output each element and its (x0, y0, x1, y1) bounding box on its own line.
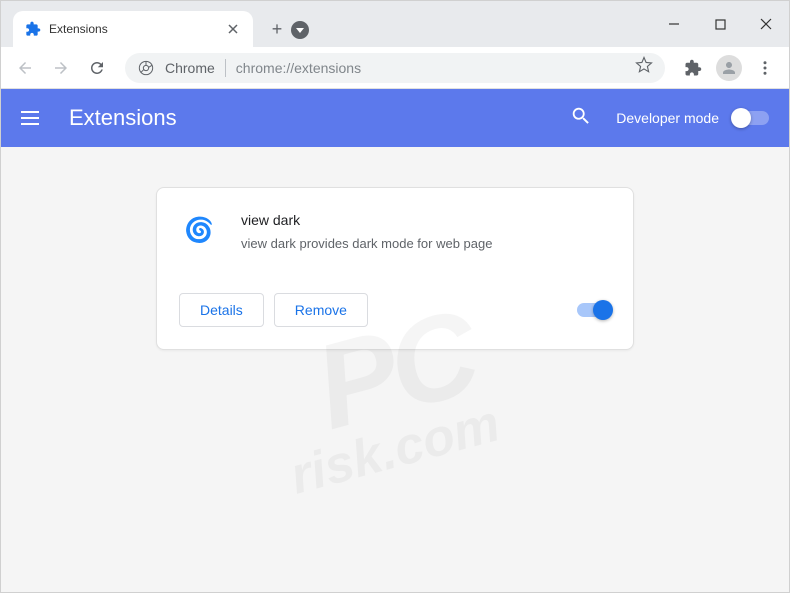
developer-mode-toggle[interactable] (733, 111, 769, 125)
extensions-icon[interactable] (677, 52, 709, 84)
reload-button[interactable] (81, 52, 113, 84)
extensions-header: Extensions Developer mode (1, 89, 789, 147)
omnibox-url: chrome://extensions (236, 60, 625, 76)
extension-puzzle-icon (25, 21, 41, 37)
extension-enable-toggle[interactable] (577, 303, 611, 317)
extension-icon: 🌀 (179, 210, 219, 250)
profile-avatar[interactable] (713, 52, 745, 84)
watermark-sub: risk.com (284, 393, 506, 506)
tab-search-icon[interactable] (291, 21, 309, 39)
omnibox-scheme: Chrome (165, 60, 215, 76)
close-tab-icon[interactable] (225, 21, 241, 37)
remove-button[interactable]: Remove (274, 293, 368, 327)
menu-icon[interactable] (749, 52, 781, 84)
extension-card: 🌀 view dark view dark provides dark mode… (156, 187, 634, 350)
browser-tab[interactable]: Extensions (13, 11, 253, 47)
developer-mode-label: Developer mode (616, 110, 719, 126)
minimize-button[interactable] (651, 1, 697, 47)
chrome-icon (137, 59, 155, 77)
extension-info: view dark view dark provides dark mode f… (241, 210, 611, 251)
maximize-button[interactable] (697, 1, 743, 47)
bookmark-star-icon[interactable] (635, 56, 653, 79)
page-title: Extensions (69, 105, 570, 131)
window-titlebar: Extensions + (1, 1, 789, 47)
close-window-button[interactable] (743, 1, 789, 47)
forward-button[interactable] (45, 52, 77, 84)
hamburger-menu-icon[interactable] (21, 106, 45, 130)
extension-description: view dark provides dark mode for web pag… (241, 236, 611, 251)
details-button[interactable]: Details (179, 293, 264, 327)
content-area: PC risk.com 🌀 view dark view dark provid… (1, 147, 789, 592)
search-icon[interactable] (570, 105, 592, 132)
extension-card-top: 🌀 view dark view dark provides dark mode… (179, 210, 611, 251)
omnibox-divider (225, 59, 226, 77)
new-tab-button[interactable]: + (263, 15, 291, 43)
address-bar[interactable]: Chrome chrome://extensions (125, 53, 665, 83)
developer-mode-group: Developer mode (616, 110, 769, 126)
browser-toolbar: Chrome chrome://extensions (1, 47, 789, 89)
extension-name: view dark (241, 212, 611, 228)
back-button[interactable] (9, 52, 41, 84)
tab-title: Extensions (49, 22, 217, 36)
window-controls (651, 1, 789, 47)
extension-card-bottom: Details Remove (179, 293, 611, 327)
